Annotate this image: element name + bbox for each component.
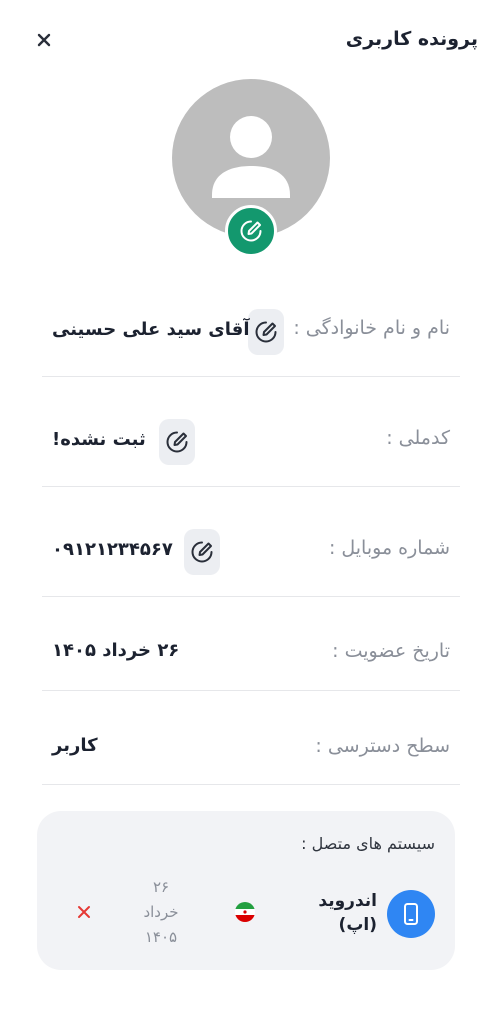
- smartphone-icon: [387, 890, 435, 938]
- mobile-value: ۰۹۱۲۱۲۳۴۵۶۷: [52, 539, 173, 560]
- access-level-value: کاربر: [52, 735, 98, 756]
- device-date-year: ۱۴۰۵: [144, 928, 178, 946]
- full-name-value: آقای سید علی حسینی: [52, 319, 250, 340]
- header: پرونده کاربری: [0, 22, 502, 58]
- close-button[interactable]: [34, 30, 54, 50]
- close-icon: [37, 33, 51, 47]
- device-date-month: خرداد: [143, 903, 179, 921]
- page-title: پرونده کاربری: [345, 28, 478, 50]
- remove-x-icon: [78, 906, 90, 918]
- pencil-edit-icon: [166, 431, 188, 453]
- edit-name-button[interactable]: [248, 309, 284, 355]
- national-code-row: کدملی : ثبت نشده!: [42, 409, 460, 487]
- national-code-value: ثبت نشده!: [52, 429, 146, 450]
- connected-systems-title: سیستم های متصل :: [301, 834, 435, 853]
- full-name-label: نام و نام خانوادگی :: [293, 317, 450, 339]
- pencil-edit-icon: [191, 541, 213, 563]
- membership-date-row: تاریخ عضویت : ۲۶ خرداد ۱۴۰۵: [42, 620, 460, 691]
- device-name-line2: (اپ): [338, 915, 377, 935]
- mobile-label: شماره موبایل :: [328, 537, 450, 559]
- device-name: اندروید (اپ): [307, 889, 377, 937]
- edit-mobile-button[interactable]: [184, 529, 220, 575]
- device-name-line1: اندروید: [318, 891, 377, 911]
- membership-date-label: تاریخ عضویت :: [332, 640, 450, 662]
- access-level-label: سطح دسترسی :: [315, 735, 450, 757]
- pencil-edit-icon: [240, 220, 262, 242]
- edit-national-code-button[interactable]: [159, 419, 195, 465]
- pencil-edit-icon: [255, 321, 277, 343]
- connected-systems-card: سیستم های متصل : اندروید (اپ) ۲۶ خرداد ۱…: [37, 811, 455, 970]
- device-date-day: ۲۶: [152, 878, 170, 896]
- membership-date-value: ۲۶ خرداد ۱۴۰۵: [52, 640, 180, 661]
- national-code-label: کدملی :: [386, 427, 450, 449]
- device-connect-date: ۲۶ خرداد ۱۴۰۵: [135, 875, 187, 950]
- change-avatar-button[interactable]: [225, 205, 277, 257]
- remove-device-button[interactable]: [75, 903, 93, 921]
- full-name-row: نام و نام خانوادگی : آقای سید علی حسینی: [42, 299, 460, 377]
- iran-flag-icon: [235, 902, 255, 922]
- access-level-row: سطح دسترسی : کاربر: [42, 713, 460, 785]
- avatar-section: [172, 79, 330, 257]
- mobile-row: شماره موبایل : ۰۹۱۲۱۲۳۴۵۶۷: [42, 519, 460, 597]
